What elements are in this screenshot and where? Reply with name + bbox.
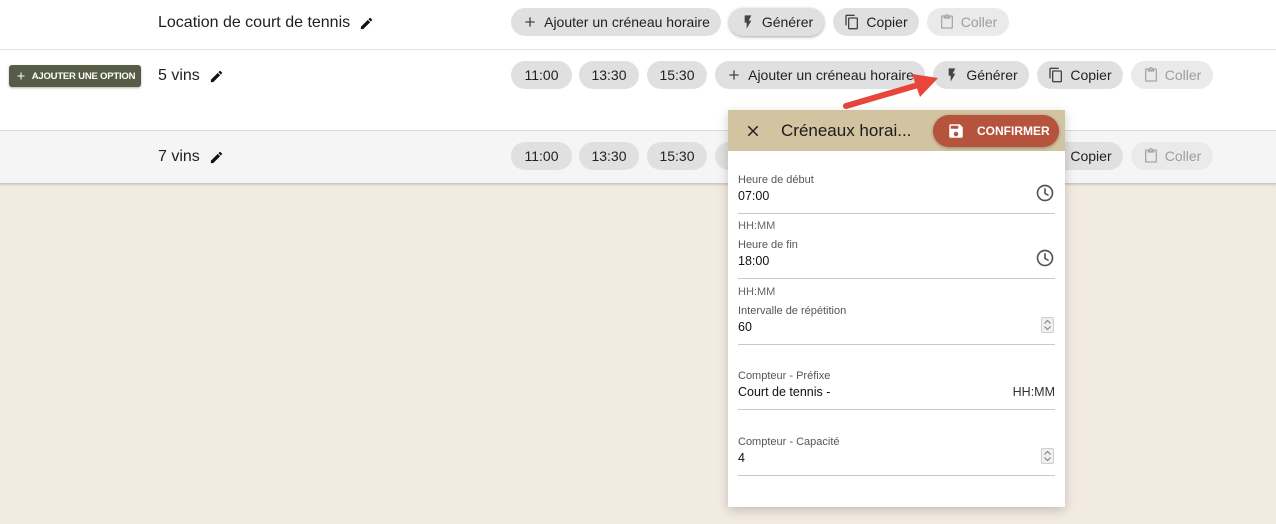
- edit-pencil-icon[interactable]: [209, 150, 224, 165]
- prefix-suffix: HH:MM: [1012, 385, 1055, 399]
- product-name: 5 vins: [158, 67, 224, 85]
- time-slot-chip[interactable]: 11:00: [511, 142, 572, 170]
- save-icon: [949, 124, 963, 138]
- paste-button[interactable]: Coller: [1131, 142, 1213, 170]
- close-icon[interactable]: [744, 122, 762, 140]
- product-name: Location de court de tennis: [158, 14, 374, 32]
- interval-field[interactable]: Intervalle de répétition 60: [738, 305, 1055, 345]
- prefix-value[interactable]: Court de tennis -: [738, 385, 830, 399]
- copy-icon: [845, 14, 859, 30]
- confirm-label: CONFIRMER: [977, 124, 1050, 138]
- edit-pencil-icon[interactable]: [359, 16, 374, 31]
- interval-value[interactable]: 60: [738, 320, 752, 334]
- clipboard-icon: [1144, 67, 1157, 82]
- start-time-value[interactable]: 07:00: [738, 189, 769, 203]
- generate-label: Générer: [761, 14, 814, 30]
- time-slot-label: 13:30: [591, 148, 627, 164]
- time-slots-dialog: Créneaux horai... CONFIRMER Heure de déb…: [728, 110, 1065, 507]
- capacity-value[interactable]: 4: [738, 451, 745, 465]
- prefix-field[interactable]: Compteur - Préfixe Court de tennis - HH:…: [738, 370, 1055, 410]
- add-slot-button[interactable]: Ajouter un créneau horaire: [511, 8, 721, 36]
- clock-icon[interactable]: [1035, 183, 1055, 203]
- generate-button[interactable]: Générer: [729, 8, 824, 36]
- end-time-label: Heure de fin: [738, 239, 798, 251]
- product-row: 5 vins 11:00 13:30 15:30 Ajouter un crén…: [0, 50, 1276, 131]
- start-time-label: Heure de début: [738, 174, 814, 186]
- paste-label: Coller: [1164, 148, 1202, 164]
- copy-icon: [1049, 67, 1063, 83]
- paste-label: Coller: [960, 14, 998, 30]
- dialog-header: Créneaux horai... CONFIRMER: [728, 110, 1065, 151]
- product-name: 7 vins: [158, 148, 224, 166]
- product-name-label: Location de court de tennis: [158, 14, 351, 31]
- number-spinner[interactable]: [1041, 448, 1054, 464]
- paste-label: Coller: [1164, 67, 1202, 83]
- number-spinner[interactable]: [1041, 317, 1054, 333]
- interval-label: Intervalle de répétition: [738, 305, 847, 317]
- clipboard-icon: [940, 14, 953, 29]
- plus-icon: [729, 70, 739, 80]
- capacity-field[interactable]: Compteur - Capacité 4: [738, 436, 1055, 476]
- capacity-label: Compteur - Capacité: [738, 436, 840, 448]
- generate-label: Générer: [966, 67, 1018, 83]
- copy-label: Copier: [866, 14, 908, 30]
- end-time-field[interactable]: Heure de fin 18:00: [738, 239, 1055, 279]
- time-slot-chip[interactable]: 11:00: [511, 61, 572, 89]
- prefix-label: Compteur - Préfixe: [738, 370, 831, 382]
- time-slot-label: 15:30: [659, 67, 695, 83]
- time-slot-label: 11:00: [524, 67, 559, 83]
- clock-icon[interactable]: [1035, 248, 1055, 268]
- time-slot-chip[interactable]: 13:30: [579, 61, 639, 89]
- end-time-value[interactable]: 18:00: [738, 254, 769, 268]
- clipboard-icon: [1144, 148, 1157, 163]
- edit-pencil-icon[interactable]: [209, 69, 224, 84]
- lightning-icon: [744, 15, 752, 29]
- add-slot-label: Ajouter un créneau horaire: [544, 14, 710, 30]
- time-slot-chip[interactable]: 13:30: [579, 142, 639, 170]
- paste-button[interactable]: Coller: [927, 8, 1009, 36]
- time-slot-label: 11:00: [524, 148, 559, 164]
- plus-icon: [525, 17, 535, 27]
- add-option-button[interactable]: AJOUTER UNE OPTION: [9, 65, 141, 87]
- copy-label: Copier: [1070, 67, 1112, 83]
- product-row: Location de court de tennis Ajouter un c…: [0, 0, 1276, 50]
- start-time-hint: HH:MM: [738, 220, 776, 232]
- product-row: 7 vins 11:00 13:30 15:30 Copier Coller: [0, 131, 1276, 184]
- copy-label: Copier: [1070, 148, 1112, 164]
- start-time-field[interactable]: Heure de début 07:00: [738, 174, 1055, 214]
- annotation-arrow: [843, 74, 938, 109]
- product-name-label: 7 vins: [158, 148, 200, 165]
- dialog-title: Créneaux horai...: [781, 121, 912, 140]
- product-name-label: 5 vins: [158, 67, 200, 84]
- copy-button[interactable]: Copier: [1037, 61, 1123, 89]
- end-time-hint: HH:MM: [738, 286, 776, 298]
- plus-icon: [17, 72, 25, 80]
- add-option-label: AJOUTER UNE OPTION: [31, 70, 136, 82]
- time-slot-chip[interactable]: 15:30: [647, 61, 707, 89]
- spinner-arrows-icon: [1044, 319, 1051, 331]
- time-slot-label: 13:30: [591, 67, 627, 83]
- time-slot-chip[interactable]: 15:30: [647, 142, 707, 170]
- paste-button[interactable]: Coller: [1131, 61, 1213, 89]
- copy-button[interactable]: Copier: [833, 8, 919, 36]
- confirm-button[interactable]: CONFIRMER: [933, 115, 1059, 147]
- time-slot-label: 15:30: [659, 148, 695, 164]
- spinner-arrows-icon: [1044, 450, 1051, 462]
